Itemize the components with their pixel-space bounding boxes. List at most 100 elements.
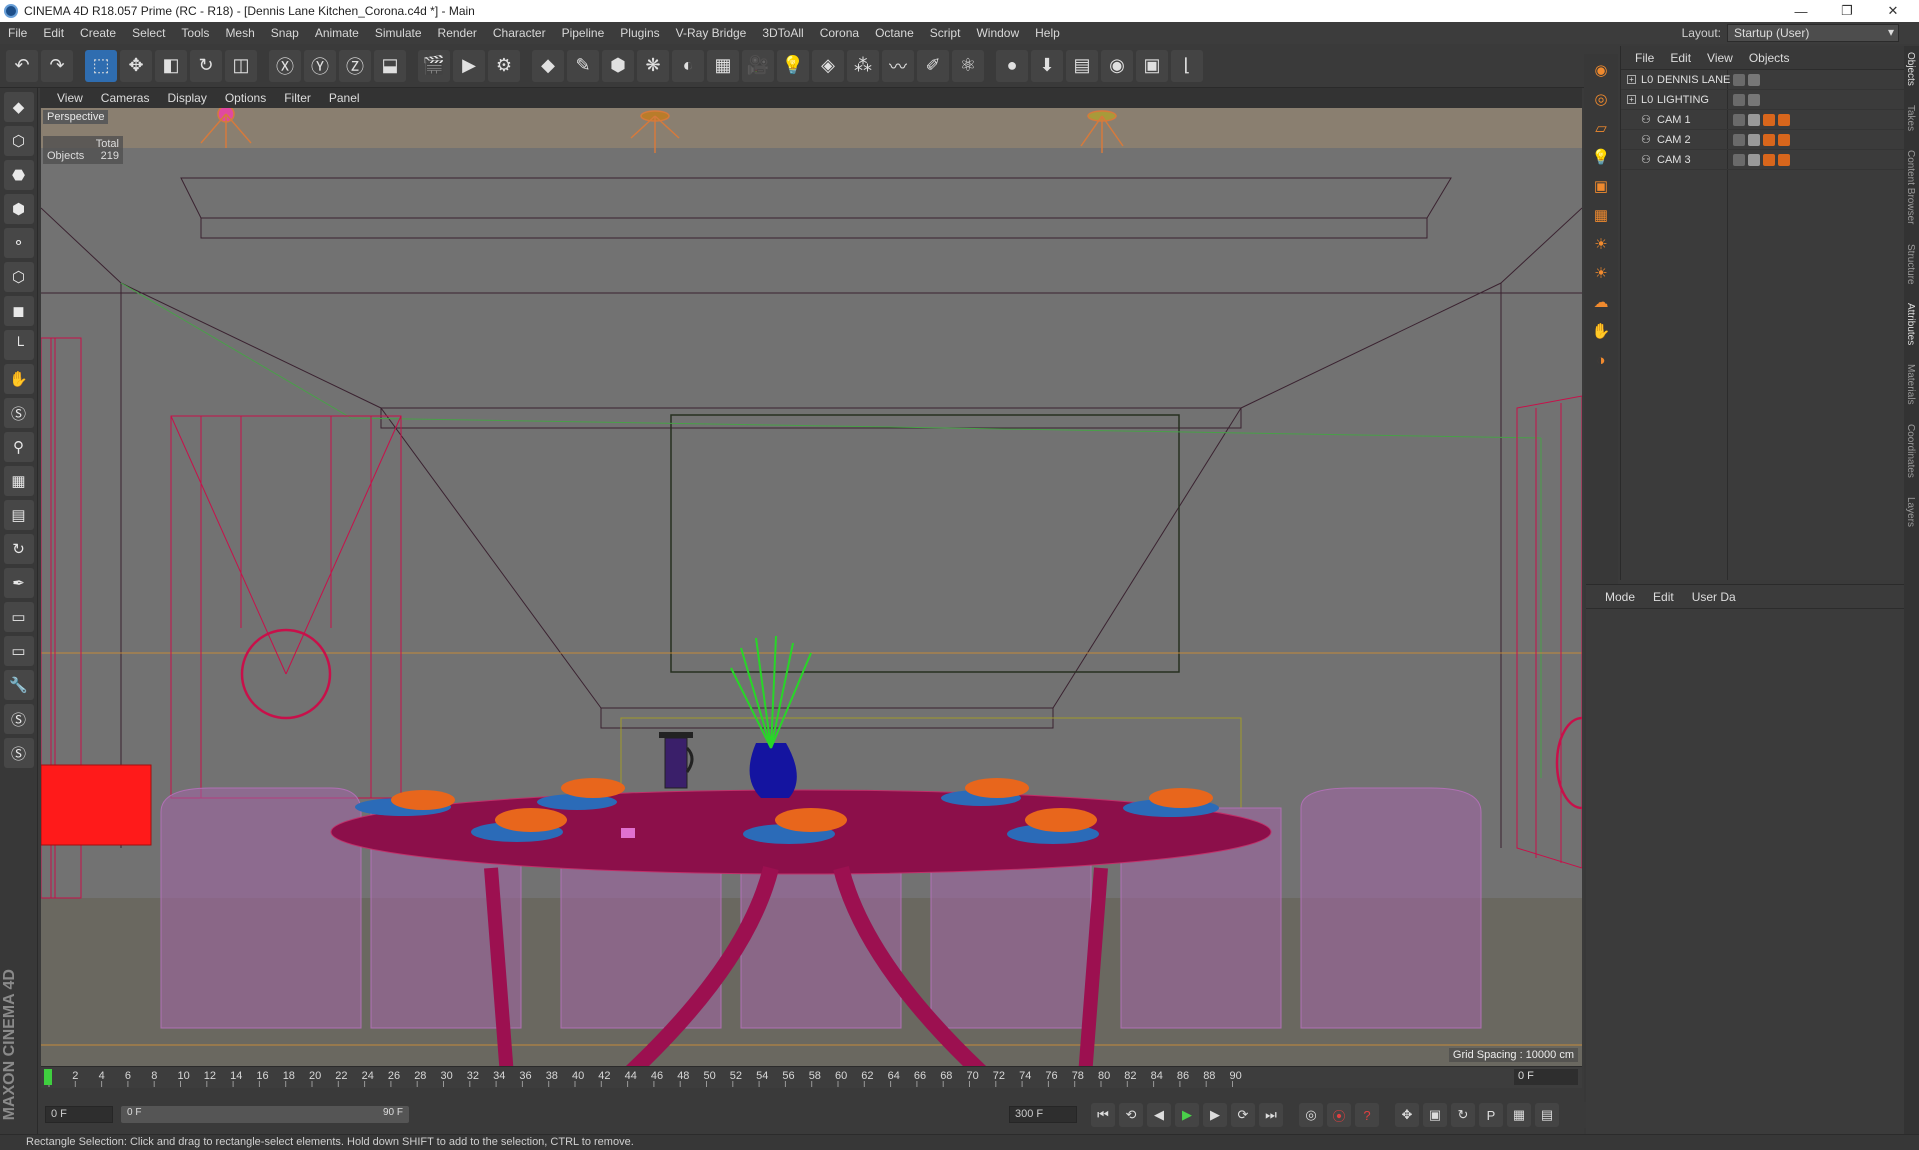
live-selection-icon[interactable]: ⬚ [85, 49, 117, 82]
object-manager-menu-view[interactable]: View [1699, 51, 1741, 65]
pen-spline-icon[interactable]: ✎ [567, 49, 599, 82]
object-tag-icon[interactable] [1733, 93, 1745, 106]
rotation-key-icon[interactable]: ↻ [1451, 1103, 1475, 1127]
deformer-icon[interactable]: ◐ [672, 49, 704, 82]
axis-mode-icon[interactable]: └ [3, 330, 34, 360]
snap-icon[interactable]: ⌊ [1171, 49, 1203, 82]
object-tag-icon[interactable] [1763, 133, 1775, 146]
side-tab-coordinates[interactable]: Coordinates [1905, 424, 1916, 478]
menu-file[interactable]: File [0, 26, 35, 40]
menu-mesh[interactable]: Mesh [217, 26, 262, 40]
magnet-icon[interactable]: ⚲ [3, 432, 34, 462]
current-frame-field[interactable]: 0 F [1514, 1069, 1578, 1085]
object-name[interactable]: CAM 2 [1657, 134, 1691, 146]
object-manager-menu-file[interactable]: File [1627, 51, 1662, 65]
model-mode-icon[interactable]: ◆ [3, 92, 34, 122]
minimize-button[interactable]: — [1778, 0, 1824, 22]
move-icon[interactable]: ✥ [120, 49, 152, 82]
pla-key-icon[interactable]: ▦ [1507, 1103, 1531, 1127]
object-tag-icon[interactable] [1763, 153, 1775, 166]
z-axis-icon[interactable]: Ⓩ [339, 49, 371, 82]
tweak-mode-icon[interactable]: ✋ [3, 364, 34, 394]
previous-key-icon[interactable]: ⟲ [1119, 1103, 1143, 1127]
next-key-icon[interactable]: ⟳ [1231, 1103, 1255, 1127]
sculpt-icon[interactable]: ↻ [3, 534, 34, 564]
light-icon[interactable]: 💡 [1589, 145, 1613, 169]
texture-mode-icon[interactable]: ⬣ [3, 160, 34, 190]
render-icon[interactable]: ◎ [1589, 87, 1613, 111]
camera-icon[interactable]: ▣ [1589, 174, 1613, 198]
cube-icon[interactable]: ◆ [532, 49, 564, 82]
render-picture-viewer-icon[interactable]: ▶ [453, 49, 485, 82]
viewport-menu-view[interactable]: View [48, 91, 92, 105]
object-tag-icon[interactable] [1733, 133, 1745, 146]
object-tag-icon[interactable] [1763, 113, 1775, 126]
quantize-icon[interactable]: Ⓢ [3, 738, 34, 768]
side-tab-attributes[interactable]: Attributes [1905, 303, 1916, 345]
light-icon[interactable]: 💡 [777, 49, 809, 82]
menu-window[interactable]: Window [968, 26, 1027, 40]
wrench-icon[interactable]: 🔧 [3, 670, 34, 700]
sketch-icon[interactable]: ✐ [917, 49, 949, 82]
object-tag-icon[interactable] [1778, 153, 1790, 166]
menu-3dtoall[interactable]: 3DToAll [754, 26, 811, 40]
polygons-mode-icon[interactable]: ◼ [3, 296, 34, 326]
menu-render[interactable]: Render [430, 26, 485, 40]
recent-tools-icon[interactable]: ◫ [225, 49, 257, 82]
hair-icon[interactable]: 〰 [882, 49, 914, 82]
attribute-menu-edit[interactable]: Edit [1644, 590, 1683, 604]
playhead-marker[interactable] [44, 1069, 52, 1085]
side-tab-content-browser[interactable]: Content Browser [1905, 150, 1916, 224]
sky-icon[interactable]: ☁ [1589, 290, 1613, 314]
x-axis-icon[interactable]: Ⓧ [269, 49, 301, 82]
side-tab-materials[interactable]: Materials [1905, 364, 1916, 405]
array-icon[interactable]: ❋ [637, 49, 669, 82]
scale-icon[interactable]: ◧ [155, 49, 187, 82]
hand-icon[interactable]: ✋ [1589, 319, 1613, 343]
position-key-icon[interactable]: ✥ [1395, 1103, 1419, 1127]
menu-octane[interactable]: Octane [867, 26, 922, 40]
object-tag-icon[interactable] [1748, 113, 1760, 126]
menu-plugins[interactable]: Plugins [612, 26, 667, 40]
object-tag-icon[interactable] [1733, 113, 1745, 126]
object-tag-icon[interactable] [1778, 113, 1790, 126]
autokey-icon[interactable]: ? [1355, 1103, 1379, 1127]
next-frame-icon[interactable]: ▶ [1203, 1103, 1227, 1127]
side-tab-takes[interactable]: Takes [1905, 105, 1916, 131]
corona-settings-icon[interactable]: ▤ [1066, 49, 1098, 82]
planar-workplane-icon[interactable]: ▤ [3, 500, 34, 530]
object-mode-icon[interactable]: ⬡ [3, 126, 34, 156]
scene-icon[interactable]: ▦ [1589, 203, 1613, 227]
workplane-icon[interactable]: ⬢ [3, 194, 34, 224]
object-row[interactable]: ⚇ CAM 2 [1621, 130, 1904, 150]
object-manager-menu-edit[interactable]: Edit [1662, 51, 1699, 65]
corona-render-icon[interactable]: ⬇ [1031, 49, 1063, 82]
record-icon[interactable]: ⦿ [1327, 1103, 1351, 1127]
object-name[interactable]: DENNIS LANE [1657, 74, 1730, 86]
preview-range-slider[interactable]: 0 F 90 F [121, 1106, 409, 1123]
object-tag-icon[interactable] [1748, 133, 1760, 146]
sun-icon[interactable]: ☀ [1589, 261, 1613, 285]
play-icon[interactable]: ▶ [1175, 1103, 1199, 1127]
expand-toggle-icon[interactable]: + [1627, 95, 1636, 104]
object-row[interactable]: ⚇ CAM 1 [1621, 110, 1904, 130]
object-name[interactable]: CAM 1 [1657, 114, 1691, 126]
menu-snap[interactable]: Snap [263, 26, 307, 40]
edges-mode-icon[interactable]: ⬡ [3, 262, 34, 292]
menu-script[interactable]: Script [922, 26, 969, 40]
viewport-menu-cameras[interactable]: Cameras [92, 91, 159, 105]
viewport-menu-display[interactable]: Display [158, 91, 215, 105]
viewport-menu-panel[interactable]: Panel [320, 91, 369, 105]
layout-dropdown[interactable]: Startup (User) [1727, 24, 1899, 42]
render-view-icon[interactable]: 🎬 [418, 49, 450, 82]
timeline-ruler[interactable]: 0246810121416182022242628303234363840424… [41, 1066, 1582, 1088]
locked-workplane-icon[interactable]: ▦ [3, 466, 34, 496]
rotate-icon[interactable]: ↻ [190, 49, 222, 82]
end-frame-field[interactable]: 300 F [1009, 1106, 1077, 1123]
menu-v-ray-bridge[interactable]: V-Ray Bridge [668, 26, 755, 40]
paint-icon[interactable]: ✒ [3, 568, 34, 598]
viewport-menu-options[interactable]: Options [216, 91, 275, 105]
attribute-menu-user-da[interactable]: User Da [1683, 590, 1745, 604]
uv-edit-icon[interactable]: ▭ [3, 636, 34, 666]
mograph-icon[interactable]: ⁂ [847, 49, 879, 82]
